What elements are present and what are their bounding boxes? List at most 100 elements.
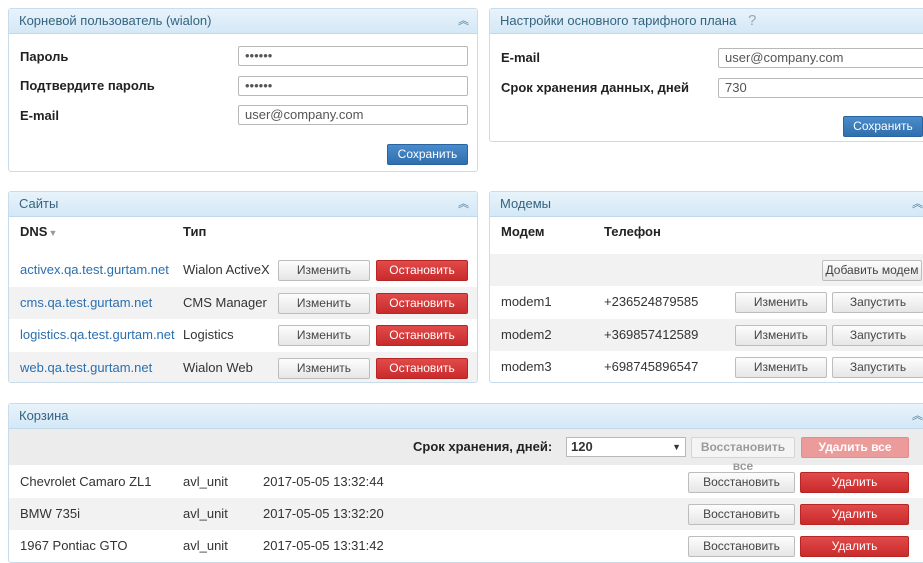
- modems-panel: Модемы ︽ Модем Телефон Добавить модем mo…: [489, 191, 923, 383]
- table-row: cms.qa.test.gurtam.net CMS Manager Изменит…: [9, 286, 477, 319]
- edit-button[interactable]: Изменить: [735, 357, 827, 378]
- panel-title: Модемы: [500, 196, 552, 211]
- stop-button[interactable]: Остановить: [376, 260, 468, 281]
- chevron-down-icon: ▼: [672, 442, 681, 452]
- stop-button[interactable]: Остановить: [376, 325, 468, 346]
- edit-button[interactable]: Изменить: [278, 325, 370, 346]
- sites-panel-header[interactable]: Сайты ︽: [9, 192, 477, 217]
- trash-toolbar: Срок хранения, дней: 120 ▼ Восстановить …: [9, 429, 923, 473]
- modem-name: modem1: [501, 294, 552, 309]
- plan-save-button[interactable]: Сохранить: [843, 116, 923, 137]
- confirm-password-field[interactable]: ••••••: [238, 76, 468, 96]
- site-type: Wialon ActiveX: [183, 262, 270, 277]
- add-modem-row: Добавить модем: [490, 254, 923, 286]
- panel-title: Корневой пользователь (wialon): [19, 13, 212, 28]
- email-field[interactable]: user@company.com: [238, 105, 468, 125]
- plan-email-field[interactable]: user@company.com: [718, 48, 923, 68]
- table-header: Модем Телефон: [490, 217, 923, 247]
- table-row: modem3 +698745896547 Изменить Запустить: [490, 351, 923, 382]
- start-button[interactable]: Запустить: [832, 324, 923, 346]
- modems-panel-header[interactable]: Модемы ︽: [490, 192, 923, 217]
- plan-settings-panel: Настройки основного тарифного плана ? E-…: [489, 8, 923, 142]
- stop-button[interactable]: Остановить: [376, 357, 468, 379]
- panel-title: Настройки основного тарифного плана: [500, 13, 737, 28]
- table-row: modem1 +236524879585 Изменить Запустить: [490, 286, 923, 318]
- panel-title: Сайты: [19, 196, 59, 211]
- collapse-icon[interactable]: ︽: [458, 192, 469, 216]
- edit-button[interactable]: Изменить: [278, 357, 370, 379]
- delete-button[interactable]: Удалить: [800, 536, 909, 557]
- item-type: avl_unit: [183, 538, 228, 553]
- table-row: logistics.qa.test.gurtam.net Logistics Изм…: [9, 319, 477, 351]
- modem-name: modem2: [501, 326, 552, 342]
- table-row: Chevrolet Camaro ZL1 avl_unit 2017-05-05 1…: [9, 466, 923, 498]
- password-field[interactable]: ••••••: [238, 46, 468, 66]
- table-row: BMW 735i avl_unit 2017-05-05 13:32:20 Восст…: [9, 498, 923, 530]
- start-button[interactable]: Запустить: [832, 357, 923, 378]
- confirm-password-label: Подтвердите пароль: [20, 78, 155, 93]
- trash-panel-header[interactable]: Корзина ︽: [9, 404, 923, 429]
- start-button[interactable]: Запустить: [832, 292, 923, 313]
- plan-email-label: E-mail: [501, 50, 541, 65]
- table-header: DNS▼ Тип: [9, 217, 477, 247]
- collapse-icon[interactable]: ︽: [912, 404, 923, 428]
- sites-panel: Сайты ︽ DNS▼ Тип activex.qa.test.gurtam.…: [8, 191, 478, 383]
- column-header-type: Тип: [183, 224, 207, 239]
- table-row: modem2 +369857412589 Изменить Запустить: [490, 318, 923, 351]
- add-modem-button[interactable]: Добавить модем: [822, 260, 922, 281]
- collapse-icon[interactable]: ︽: [912, 192, 923, 216]
- item-name: 1967 Pontiac GTO: [20, 538, 128, 553]
- trash-panel: Корзина ︽ Срок хранения, дней: 120 ▼ Вос…: [8, 403, 923, 563]
- root-user-panel-header[interactable]: Корневой пользователь (wialon) ︽: [9, 9, 477, 34]
- edit-button[interactable]: Изменить: [278, 292, 370, 314]
- site-dns-link[interactable]: logistics.qa.test.gurtam.net: [20, 319, 175, 351]
- trash-retention-label: Срок хранения, дней:: [413, 439, 553, 454]
- item-date: 2017-05-05 13:32:20: [263, 506, 384, 521]
- column-header-modem: Модем: [501, 224, 545, 239]
- restore-button[interactable]: Восстановить: [688, 536, 795, 557]
- site-dns-link[interactable]: cms.qa.test.gurtam.net: [20, 287, 152, 319]
- delete-button[interactable]: Удалить: [800, 504, 909, 525]
- site-dns-link[interactable]: activex.qa.test.gurtam.net: [20, 254, 169, 286]
- delete-button[interactable]: Удалить: [800, 472, 909, 493]
- site-type: Wialon Web: [183, 359, 253, 375]
- item-type: avl_unit: [183, 474, 228, 489]
- item-name: BMW 735i: [20, 506, 80, 521]
- site-type: CMS Manager: [183, 294, 267, 310]
- email-label: E-mail: [20, 108, 60, 123]
- modem-phone: +369857412589: [604, 326, 699, 342]
- restore-all-button[interactable]: Восстановить все: [691, 437, 795, 473]
- table-row: 1967 Pontiac GTO avl_unit 2017-05-05 13:31…: [9, 530, 923, 562]
- modem-name: modem3: [501, 359, 552, 374]
- item-name: Chevrolet Camaro ZL1: [20, 474, 152, 489]
- edit-button[interactable]: Изменить: [735, 324, 827, 346]
- restore-button[interactable]: Восстановить: [688, 504, 795, 525]
- site-type: Logistics: [183, 327, 234, 342]
- item-type: avl_unit: [183, 506, 228, 521]
- trash-retention-select[interactable]: 120 ▼: [566, 437, 686, 457]
- save-button[interactable]: Сохранить: [387, 144, 468, 165]
- item-date: 2017-05-05 13:32:44: [263, 474, 384, 489]
- root-user-panel: Корневой пользователь (wialon) ︽ Пароль …: [8, 8, 478, 172]
- restore-button[interactable]: Восстановить: [688, 472, 795, 493]
- sort-icon: ▼: [48, 228, 58, 238]
- column-header-phone: Телефон: [604, 224, 661, 239]
- edit-button[interactable]: Изменить: [278, 260, 370, 281]
- collapse-icon[interactable]: ︽: [458, 9, 469, 33]
- stop-button[interactable]: Остановить: [376, 292, 468, 314]
- panel-title: Корзина: [19, 408, 69, 423]
- table-row: activex.qa.test.gurtam.net Wialon ActiveX…: [9, 254, 477, 286]
- help-icon[interactable]: ?: [748, 12, 756, 29]
- delete-all-button[interactable]: Удалить все: [801, 437, 909, 458]
- site-dns-link[interactable]: web.qa.test.gurtam.net: [20, 352, 152, 383]
- edit-button[interactable]: Изменить: [735, 292, 827, 313]
- password-label: Пароль: [20, 49, 69, 64]
- table-row: web.qa.test.gurtam.net Wialon Web Изменить…: [9, 351, 477, 383]
- plan-settings-panel-header[interactable]: Настройки основного тарифного плана ?: [490, 9, 923, 34]
- modem-phone: +236524879585: [604, 294, 699, 309]
- retention-label: Срок хранения данных, дней: [501, 80, 689, 95]
- modem-phone: +698745896547: [604, 359, 699, 374]
- column-header-dns[interactable]: DNS▼: [20, 217, 57, 248]
- item-date: 2017-05-05 13:31:42: [263, 538, 384, 553]
- retention-field[interactable]: 730: [718, 78, 923, 98]
